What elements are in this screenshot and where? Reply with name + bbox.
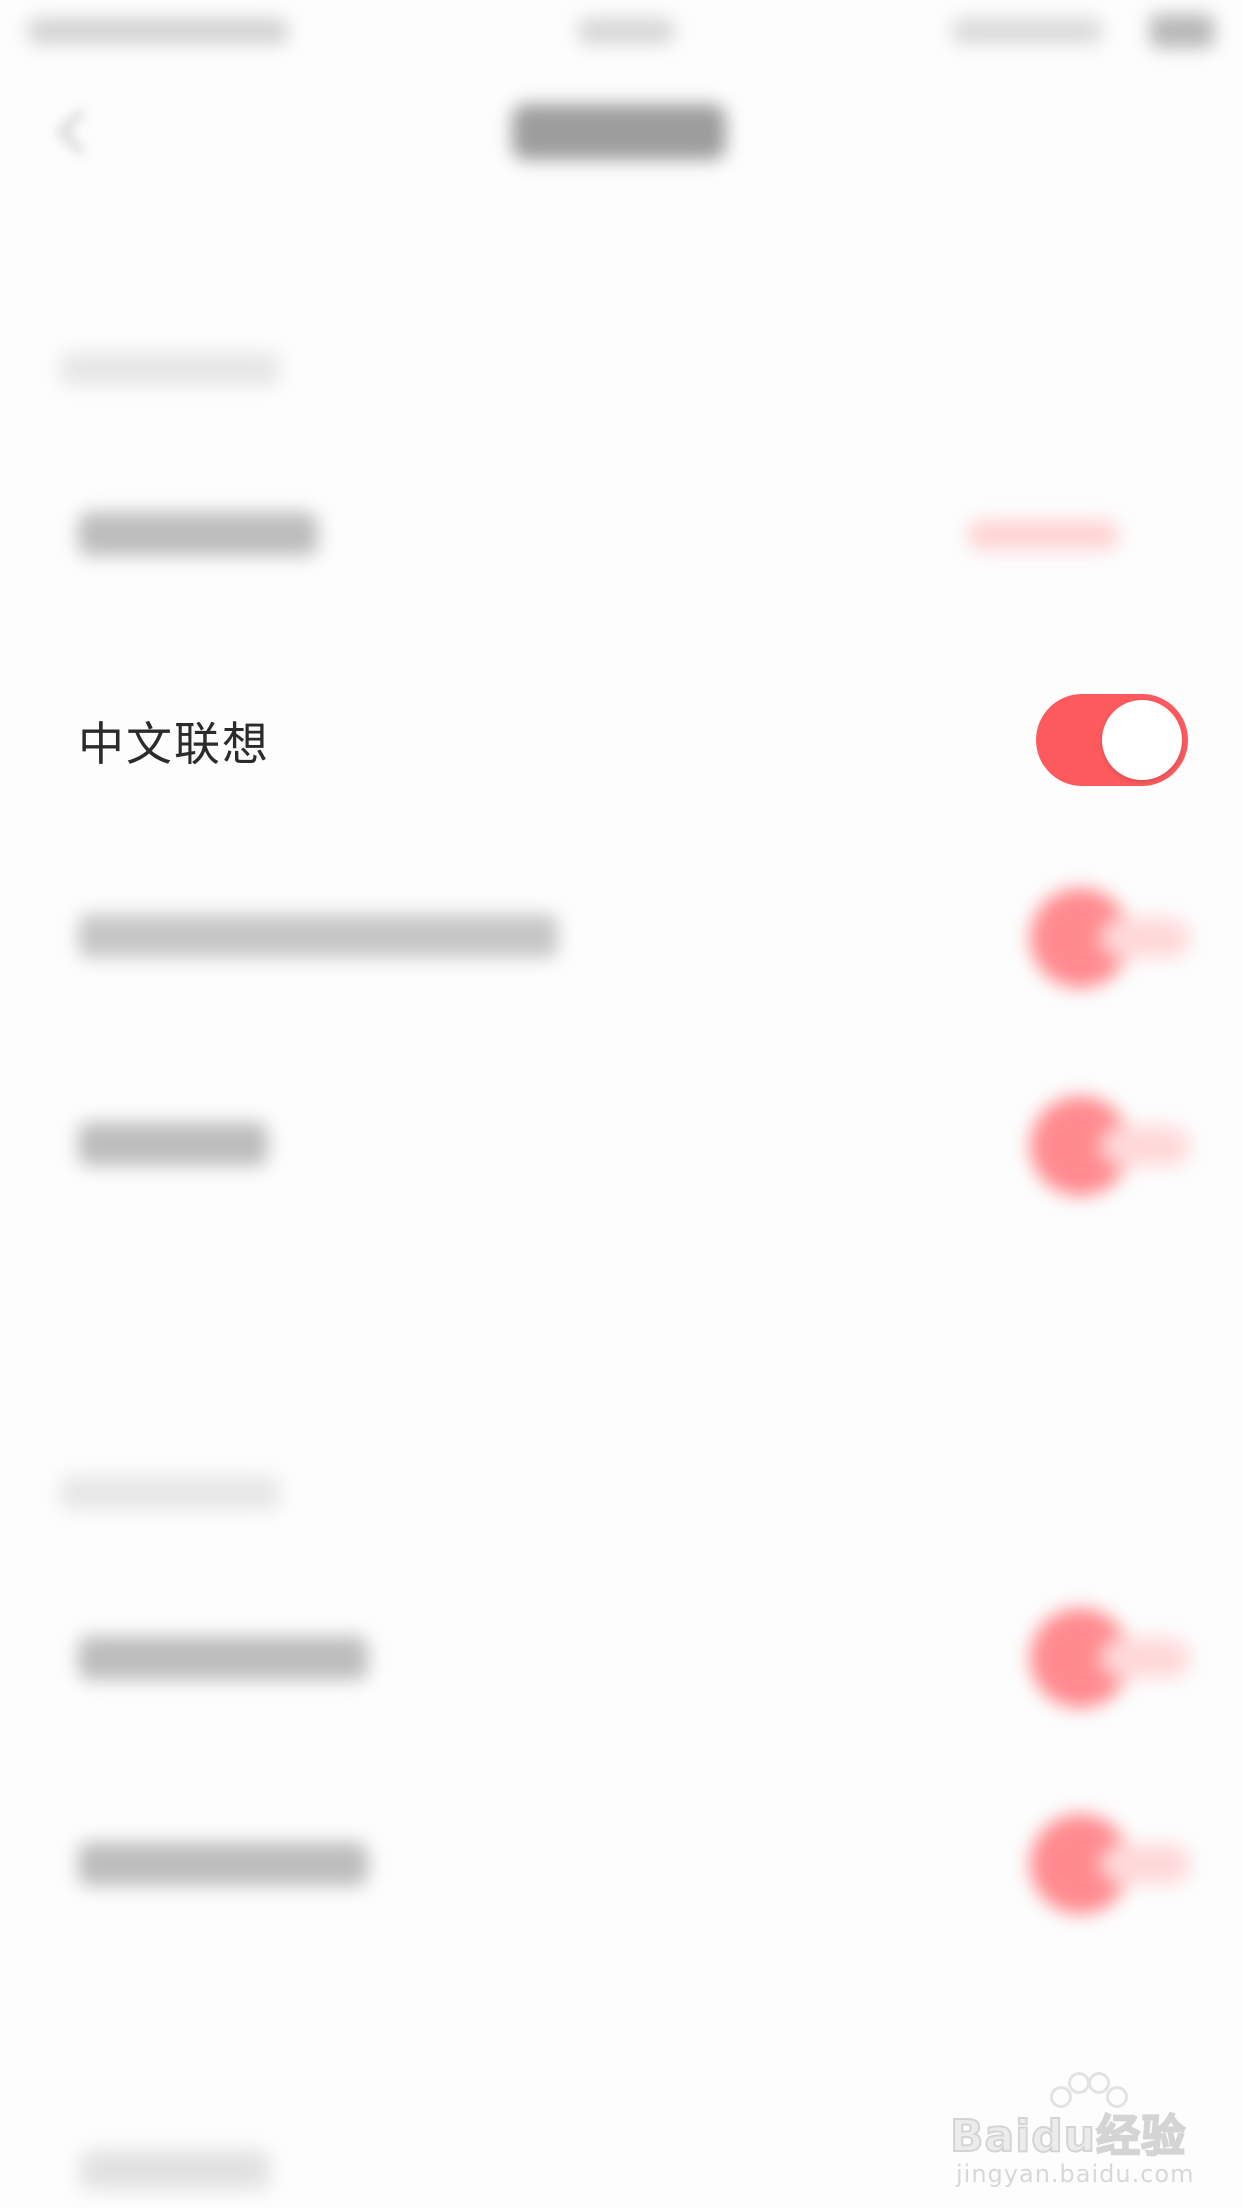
row-label (78, 914, 558, 958)
row-label (78, 1122, 268, 1166)
settings-row (0, 1050, 1242, 1250)
row-label (78, 512, 318, 556)
setting-toggle[interactable] (1030, 1096, 1190, 1196)
section-header (60, 352, 280, 386)
section-header (80, 2150, 270, 2190)
status-carrier (28, 18, 288, 44)
status-bar (0, 0, 1242, 64)
setting-toggle[interactable] (1030, 1814, 1190, 1914)
setting-toggle[interactable] (1030, 888, 1190, 988)
settings-row-chinese-association: 中文联想 (0, 660, 1242, 820)
watermark-brand: Baidu经验 (949, 2110, 1187, 2163)
nav-bar (0, 64, 1242, 194)
row-value (968, 520, 1118, 550)
status-time (578, 18, 674, 44)
settings-row (0, 1760, 1242, 1960)
status-indicators (952, 18, 1102, 44)
settings-row (0, 850, 1242, 1050)
page-title (512, 104, 726, 160)
setting-label: 中文联想 (78, 717, 270, 771)
setting-toggle[interactable] (1030, 1608, 1190, 1708)
baidu-watermark: Baidu经验 jingyan.baidu.com (949, 2060, 1193, 2190)
settings-row (0, 1560, 1242, 1760)
row-label (78, 1636, 368, 1680)
chevron-left-icon[interactable] (52, 109, 103, 155)
section-header (60, 1476, 280, 1510)
watermark-url: jingyan.baidu.com (956, 2160, 1195, 2188)
settings-screen: 中文联想 Baidu经验 jingyan.baidu.com (0, 0, 1242, 2208)
settings-row[interactable] (0, 430, 1242, 630)
battery-icon (1150, 14, 1214, 48)
row-label (78, 1842, 368, 1886)
toggle-knob (1102, 700, 1182, 780)
chinese-association-toggle[interactable] (1036, 694, 1188, 786)
